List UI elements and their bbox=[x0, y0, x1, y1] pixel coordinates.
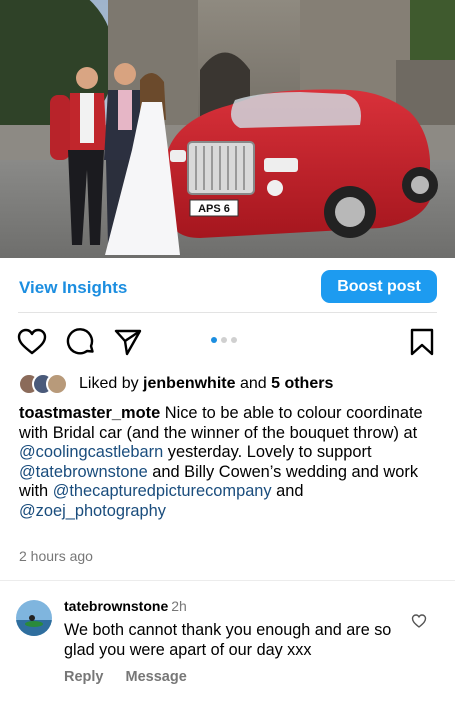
liked-by[interactable]: Liked by jenbenwhite and 5 others bbox=[18, 372, 333, 396]
insights-bar: View Insights Boost post bbox=[0, 258, 455, 314]
carousel-dot bbox=[211, 337, 217, 343]
liked-by-text: Liked by jenbenwhite and 5 others bbox=[79, 375, 334, 392]
mention-link[interactable]: @coolingcastlebarn bbox=[19, 443, 163, 461]
mention-link[interactable]: @thecapturedpicturecompany bbox=[53, 482, 272, 500]
comment-header: tatebrownstone 2h bbox=[64, 598, 187, 614]
mention-link[interactable]: @tatebrownstone bbox=[19, 463, 148, 481]
post-caption: toastmaster_mote Nice to be able to colo… bbox=[19, 404, 423, 520]
post-actions bbox=[0, 322, 455, 362]
message-button[interactable]: Message bbox=[126, 669, 187, 685]
reply-button[interactable]: Reply bbox=[64, 669, 104, 685]
comment-heart-icon[interactable] bbox=[411, 613, 427, 629]
liker-username[interactable]: jenbenwhite bbox=[143, 375, 235, 392]
liker-avatars bbox=[18, 373, 74, 395]
carousel-dot bbox=[221, 337, 227, 343]
boost-post-button[interactable]: Boost post bbox=[321, 270, 437, 303]
view-insights-link[interactable]: View Insights bbox=[19, 278, 127, 298]
share-icon[interactable] bbox=[113, 327, 143, 357]
others-link[interactable]: 5 others bbox=[271, 375, 333, 392]
heart-icon[interactable] bbox=[17, 327, 47, 357]
post-timestamp: 2 hours ago bbox=[19, 548, 93, 564]
number-plate: APS 6 bbox=[198, 203, 230, 215]
commenter-avatar[interactable] bbox=[16, 600, 52, 636]
bookmark-icon[interactable] bbox=[407, 327, 437, 357]
comment-text: We both cannot thank you enough and are … bbox=[64, 621, 392, 659]
divider bbox=[18, 312, 437, 313]
carousel-dot bbox=[231, 337, 237, 343]
divider bbox=[0, 580, 455, 581]
caption-username[interactable]: toastmaster_mote bbox=[19, 404, 160, 422]
carousel-indicator bbox=[211, 337, 237, 343]
comment-time: 2h bbox=[171, 598, 187, 614]
comment-icon[interactable] bbox=[66, 327, 96, 357]
comment-username[interactable]: tatebrownstone bbox=[64, 598, 168, 614]
mention-link[interactable]: @zoej_photography bbox=[19, 502, 166, 520]
post-photo[interactable]: APS 6 bbox=[0, 0, 455, 258]
avatar bbox=[46, 373, 68, 395]
comment-actions: Reply Message bbox=[64, 669, 187, 685]
